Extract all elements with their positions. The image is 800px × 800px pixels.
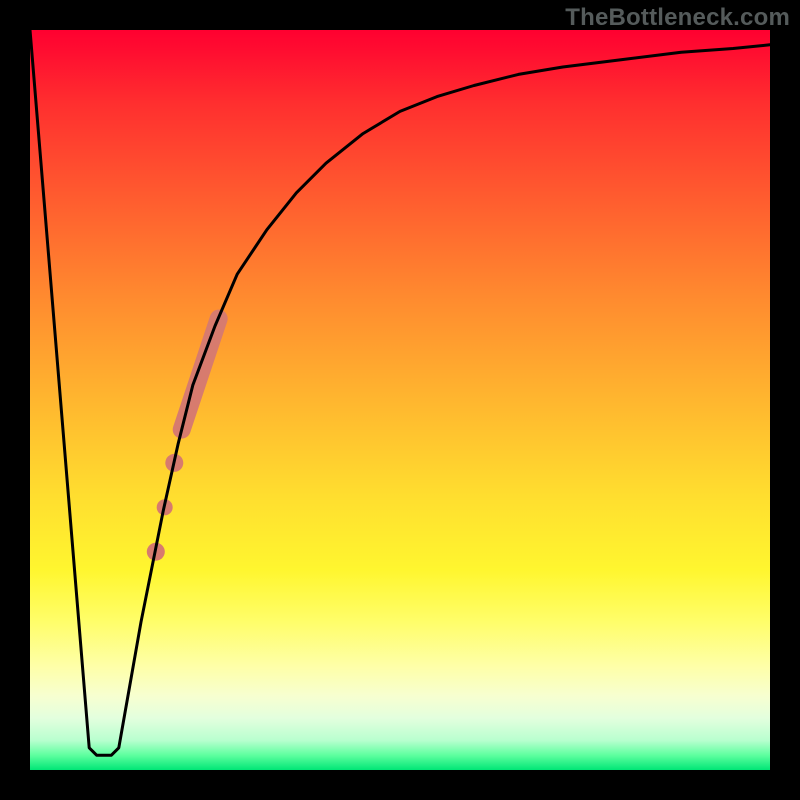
chart-svg xyxy=(30,30,770,770)
chart-frame: TheBottleneck.com xyxy=(0,0,800,800)
watermark-text: TheBottleneck.com xyxy=(565,4,790,32)
chart-plot-area xyxy=(30,30,770,770)
bottleneck-curve xyxy=(30,30,770,755)
markers-group xyxy=(147,319,219,561)
